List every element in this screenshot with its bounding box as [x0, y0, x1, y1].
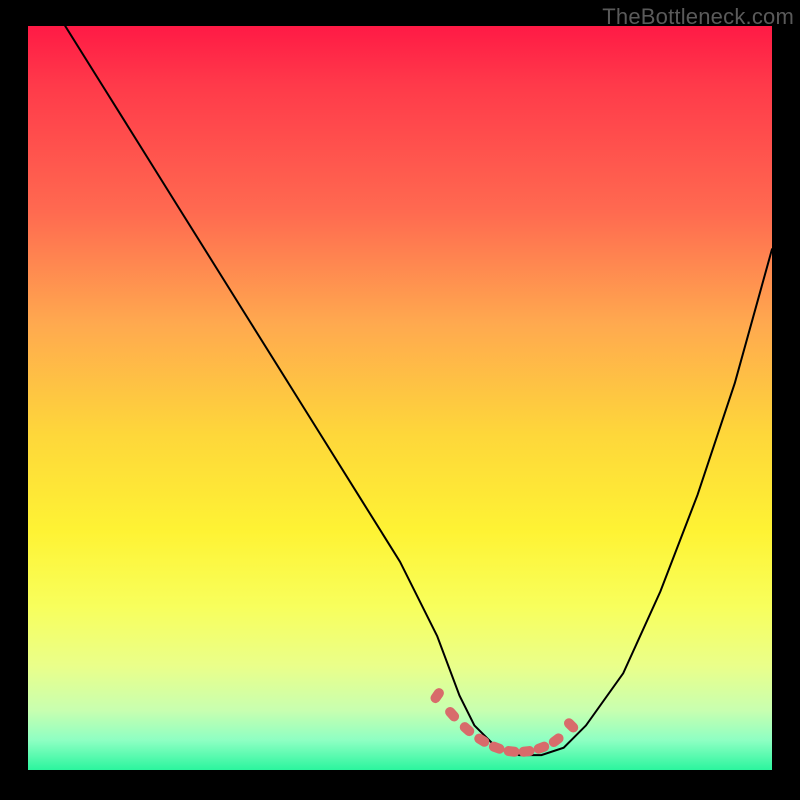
chart-plot-area	[28, 26, 772, 770]
optimal-range-highlight	[429, 686, 581, 757]
bottleneck-curve	[65, 26, 772, 755]
chart-svg	[28, 26, 772, 770]
watermark-text: TheBottleneck.com	[602, 4, 794, 30]
